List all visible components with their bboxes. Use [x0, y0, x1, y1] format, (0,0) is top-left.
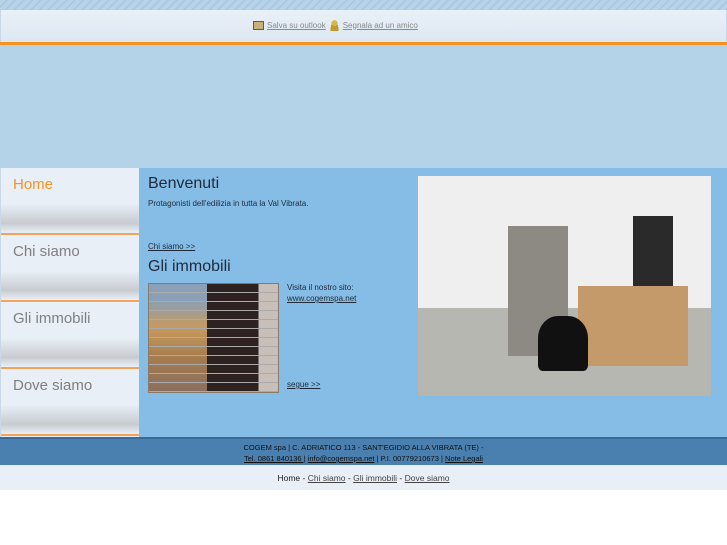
building-photo: [148, 283, 279, 393]
sidebar-item-home[interactable]: Home: [1, 168, 139, 235]
site-link[interactable]: www.cogemspa.net: [287, 294, 356, 303]
bottom-nav: Home - Chi siamo - Gli immobili - Dove s…: [0, 465, 727, 490]
segue-link[interactable]: segue >>: [287, 380, 320, 389]
bottom-nav-home[interactable]: Home: [277, 473, 300, 483]
sidebar-item-chi-siamo[interactable]: Chi siamo: [1, 235, 139, 302]
welcome-text: Protagonisti dell'edilizia in tutta la V…: [148, 199, 309, 208]
sidebar-item-dove-siamo[interactable]: Dove siamo: [1, 369, 139, 436]
outlook-icon: [253, 20, 264, 30]
bottom-nav-chi-siamo[interactable]: Chi siamo: [308, 473, 346, 483]
footer-phone[interactable]: Tel. 0861 840136 |: [244, 454, 306, 463]
visit-text: Visita il nostro sito:: [287, 283, 354, 292]
sidebar: Home Chi siamo Gli immobili Dove siamo: [0, 168, 139, 437]
welcome-title: Benvenuti: [148, 175, 220, 192]
chi-siamo-link[interactable]: Chi siamo >>: [148, 242, 195, 251]
main-content: Benvenuti Protagonisti dell'edilizia in …: [139, 168, 727, 437]
top-stripe: [0, 0, 727, 10]
bottom-nav-dove-siamo[interactable]: Dove siamo: [405, 473, 450, 483]
footer-piva: | P.I. 00779210673 |: [376, 454, 443, 463]
tell-friend-link[interactable]: Segnala ad un amico: [343, 21, 418, 30]
immobili-title: Gli immobili: [148, 258, 231, 275]
footer: COGEM spa | C. ADRIATICO 113 - SANT'EGID…: [0, 437, 727, 465]
toolbar: Salva su outlook Segnala ad un amico: [0, 10, 727, 42]
friend-icon: [328, 19, 340, 31]
footer-address: COGEM spa | C. ADRIATICO 113 - SANT'EGID…: [243, 443, 484, 452]
bottom-nav-immobili[interactable]: Gli immobili: [353, 473, 397, 483]
interior-photo: [418, 176, 711, 396]
footer-note-legali[interactable]: Note Legali: [445, 454, 483, 463]
footer-email[interactable]: info@cogemspa.net: [308, 454, 375, 463]
sidebar-item-gli-immobili[interactable]: Gli immobili: [1, 302, 139, 369]
header-banner: [0, 45, 727, 168]
save-outlook-link[interactable]: Salva su outlook: [267, 21, 326, 30]
